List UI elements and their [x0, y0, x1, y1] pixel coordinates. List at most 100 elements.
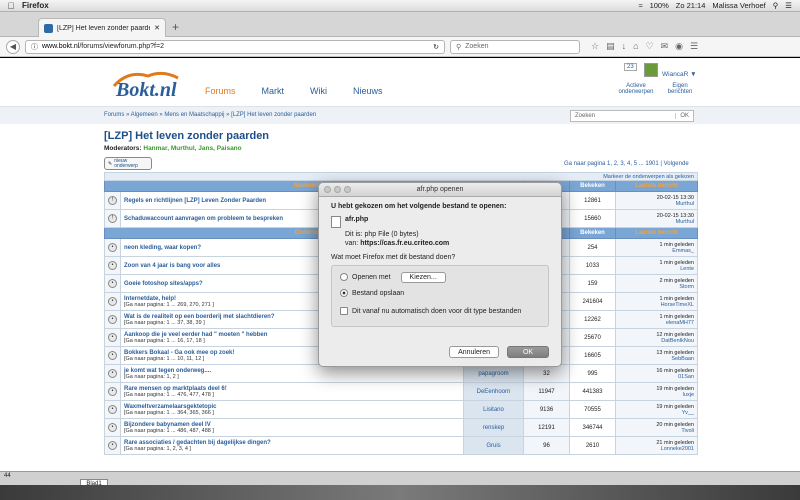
avatar[interactable] — [644, 63, 658, 77]
ok-button[interactable]: OK — [507, 346, 549, 358]
home-icon[interactable]: ⌂ — [633, 41, 638, 52]
chat-icon[interactable]: ✉ — [661, 41, 669, 52]
action-group: Openen met Kiezen... Bestand opslaan Dit… — [331, 265, 549, 327]
menu-list-icon[interactable]: ☰ — [785, 1, 792, 10]
nav-markt[interactable]: Markt — [262, 86, 285, 96]
save-file-label[interactable]: Bestand opslaan — [352, 290, 404, 297]
topic-pages[interactable]: [Ga naar pagina: 1 ... 364, 365, 366 ] — [124, 410, 460, 416]
nav-nieuws[interactable]: Nieuws — [353, 86, 383, 96]
forum-search-input[interactable]: Zoeken OK — [570, 110, 694, 122]
moderators-list[interactable]: Hanmar, Murthul, Jans, Paisano — [143, 145, 241, 152]
browser-search-input[interactable]: ⚲ Zoeken — [450, 39, 580, 54]
back-button[interactable]: ◀ — [6, 39, 20, 54]
site-logo[interactable]: Bokt.nl — [108, 66, 192, 100]
last-post-user[interactable]: luxje — [619, 392, 694, 398]
browser-tab[interactable]: [LZP] Het leven zonder paarden ✕ — [38, 18, 166, 37]
user-name[interactable]: Malissa Verhoef — [712, 1, 765, 10]
hamburger-menu-icon[interactable]: ☰ — [690, 41, 698, 52]
new-topic-button[interactable]: ✎ nieuw onderwerp — [104, 157, 152, 170]
topic-title[interactable]: Bijzondere babynamen deel IV — [124, 422, 211, 428]
last-post-user[interactable]: SebBaan — [619, 356, 694, 362]
open-with-option[interactable]: Openen met Kiezen... — [340, 271, 540, 283]
pocket-icon[interactable]: ♡ — [646, 41, 654, 52]
clock[interactable]: Zo 21:14 — [676, 1, 706, 10]
topic-author[interactable]: renskep — [463, 418, 524, 437]
last-post-user[interactable]: Lente — [619, 266, 694, 272]
apple-icon[interactable]:  — [0, 1, 22, 11]
topic-title[interactable]: Rare associaties / gedachten bij dagelij… — [124, 440, 271, 446]
topic-author[interactable]: Lisitano — [463, 400, 524, 419]
url-bar[interactable]: ⓘ www.bokt.nl/forums/viewforum.php?f=2 ↻ — [25, 39, 445, 54]
auto-option[interactable]: Dit vanaf nu automatisch doen voor dit t… — [340, 305, 540, 317]
battery-label[interactable]: 100% — [650, 1, 669, 10]
topic-title[interactable]: je komt wat tegen onderweg.... — [124, 368, 211, 374]
topic-title[interactable]: Aankoop die je veel eerder had " moeten … — [124, 332, 267, 338]
pagination[interactable]: Ga naar pagina 1, 2, 3, 4, 5 ... 1901 | … — [564, 161, 689, 167]
new-tab-button[interactable]: + — [172, 20, 179, 34]
zoom-level[interactable]: 44 — [4, 473, 11, 479]
wifi-icon[interactable]: ≈ — [638, 1, 642, 10]
auto-checkbox[interactable] — [340, 307, 348, 315]
nav-forums[interactable]: Forums — [205, 86, 236, 96]
last-post-user[interactable]: 01San — [619, 374, 694, 380]
last-post-user[interactable]: Emmas_ — [619, 248, 694, 254]
last-post-user[interactable]: DatBenIkNou — [619, 338, 694, 344]
save-file-radio[interactable] — [340, 289, 348, 297]
forum-search-ok-button[interactable]: OK — [675, 113, 689, 119]
last-post-user[interactable]: Yv__ — [619, 410, 694, 416]
topic-title[interactable]: neon kleding, waar kopen? — [124, 245, 201, 251]
close-window-icon[interactable] — [324, 186, 331, 193]
reading-list-icon[interactable]: ▤ — [606, 41, 615, 52]
cancel-button[interactable]: Annuleren — [449, 346, 499, 358]
download-icon[interactable]: ↓ — [622, 41, 627, 52]
announcement-icon-cell: ! — [104, 191, 121, 210]
topic-pages[interactable]: [Ga naar pagina: 1 ... 476, 477, 478 ] — [124, 392, 460, 398]
last-post-user[interactable]: Tivoli — [619, 428, 694, 434]
topic-title[interactable]: Rare mensen op marktplaats deel 6! — [124, 386, 227, 392]
topic-title[interactable]: Bokkers Bokaal - Ga ook mee op zoek! — [124, 350, 234, 356]
topic-title[interactable]: Zoon van 4 jaar is bang voor alles — [124, 263, 220, 269]
topic-title[interactable]: Goeie fotoshop sites/apps? — [124, 281, 203, 287]
nav-wiki[interactable]: Wiki — [310, 86, 327, 96]
minimize-window-icon[interactable] — [334, 186, 341, 193]
breadcrumb[interactable]: Forums » Algemeen » Mens en Maatschappij… — [104, 112, 316, 118]
topic-author[interactable]: Gruis — [463, 436, 524, 455]
close-tab-icon[interactable]: ✕ — [154, 24, 160, 32]
bookmark-star-icon[interactable]: ☆ — [591, 41, 599, 52]
topic-views: 159 — [569, 274, 616, 293]
topic-title[interactable]: Waxmeltverzamelaarsgektetopic — [124, 404, 217, 410]
app-menu[interactable]: Firefox — [22, 1, 49, 10]
open-with-label[interactable]: Openen met — [352, 274, 391, 281]
topic-author[interactable]: DeEenhoorn — [463, 382, 524, 401]
topic-pages[interactable]: [Ga naar pagina: 1 ... 486, 487, 488 ] — [124, 428, 460, 434]
reload-icon[interactable]: ↻ — [433, 43, 439, 51]
last-post-user[interactable]: Storm — [619, 284, 694, 290]
page-title[interactable]: [LZP] Het leven zonder paarden — [104, 130, 269, 142]
zoom-window-icon[interactable] — [344, 186, 351, 193]
topic-author[interactable]: papagroom — [463, 364, 524, 383]
own-posts-link[interactable]: Eigen berichten — [664, 83, 696, 95]
notification-count[interactable]: 23 — [624, 63, 637, 71]
spotlight-icon[interactable]: ⚲ — [773, 1, 779, 10]
topic-title[interactable]: Internetdate, help! — [124, 296, 176, 302]
choose-app-button[interactable]: Kiezen... — [400, 271, 446, 283]
last-post-user[interactable]: elenaMH77 — [619, 320, 694, 326]
topic-title[interactable]: Wat is de realiteit op een boerderij met… — [124, 314, 274, 320]
username[interactable]: WiancaR ▼ — [662, 71, 697, 78]
last-post-user[interactable]: Lonneke2001 — [619, 446, 694, 452]
sync-icon[interactable]: ◉ — [675, 41, 683, 52]
topic-pages[interactable]: [Ga naar pagina: 1, 2 ] — [124, 374, 460, 380]
last-post-user[interactable]: Murthul — [619, 201, 694, 207]
site-info-icon[interactable]: ⓘ — [31, 42, 38, 52]
auto-label[interactable]: Dit vanaf nu automatisch doen voor dit t… — [352, 308, 521, 315]
topic-views: 241604 — [569, 292, 616, 311]
active-topics-link[interactable]: Actieve onderwerpen — [614, 83, 658, 95]
topic-pages[interactable]: [Ga naar pagina: 1, 2, 3, 4 ] — [124, 446, 460, 452]
mark-read-link[interactable]: Markeer de onderwerpen als gelezen — [104, 172, 698, 181]
open-with-radio[interactable] — [340, 273, 348, 281]
last-post-user[interactable]: HorseTimeXL — [619, 302, 694, 308]
file-open-dialog: afr.php openen U hebt gekozen om het vol… — [318, 182, 562, 367]
last-post-user[interactable]: Murthul — [619, 219, 694, 225]
topic-views: 441383 — [569, 382, 616, 401]
save-file-option[interactable]: Bestand opslaan — [340, 287, 540, 299]
